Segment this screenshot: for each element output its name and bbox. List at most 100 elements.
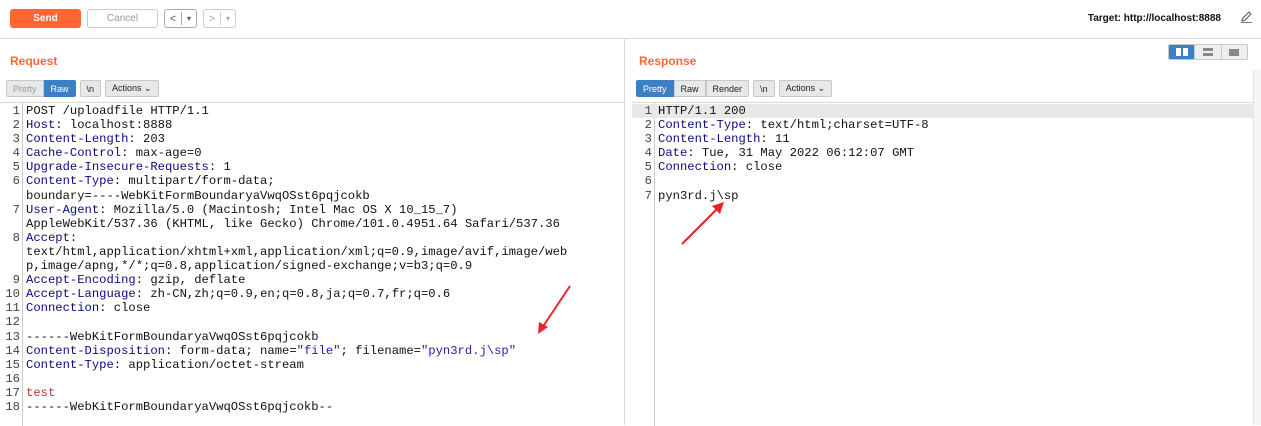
line-text: Content-Length: 203 [26, 132, 165, 146]
line-number: 2 [644, 118, 652, 133]
code-line[interactable]: 2 Host: localhost:8888 [0, 118, 624, 132]
forward-dropdown-icon[interactable]: ▾ [221, 14, 235, 23]
header-value: boundary=----WebKitFormBoundaryaVwqOSst6… [26, 188, 370, 203]
code-line[interactable]: 5 Connection: close [632, 160, 1253, 174]
header-colon: : [687, 146, 695, 161]
header-value: max-age=0 [128, 146, 202, 161]
header-value: POST /uploadfile HTTP/1.1 [26, 104, 209, 118]
line-number [0, 245, 26, 259]
line-number: 3 [12, 132, 20, 147]
response-tab-pretty[interactable]: Pretty [636, 80, 674, 97]
line-text: ------WebKitFormBoundaryaVwqOSst6pqjcokb… [26, 400, 333, 414]
code-line[interactable]: 8 Accept: [0, 231, 624, 245]
string-value: "pyn3rd.j\sp" [420, 343, 517, 358]
code-line[interactable]: 7 User-Agent: Mozilla/5.0 (Macintosh; Int… [0, 203, 624, 217]
response-editor[interactable]: 1 HTTP/1.1 200 2 Content-Type: text/html;ch… [632, 102, 1253, 426]
back-dropdown-icon[interactable]: ▾ [182, 14, 196, 23]
line-text: Upgrade-Insecure-Requests: 1 [26, 160, 231, 174]
line-text: ------WebKitFormBoundaryaVwqOSst6pqjcokb [26, 330, 319, 344]
line-text: Accept: [26, 231, 77, 245]
body-content: test [26, 385, 56, 400]
line-number: 4 [644, 146, 652, 161]
header-name: Content-Type [658, 118, 746, 133]
code-line[interactable]: 2 Content-Type: text/html;charset=UTF-8 [632, 118, 1253, 132]
header-name: Connection [658, 160, 732, 175]
code-line[interactable]: 1 POST /uploadfile HTTP/1.1 [0, 104, 624, 118]
back-button[interactable]: < [165, 13, 181, 25]
line-number: 11 [5, 301, 20, 316]
request-tabs: Pretty Raw \n Actions ⌄ [6, 80, 159, 97]
code-line[interactable]: 15 Content-Type: application/octet-stream [0, 358, 624, 372]
header-name: Content-Type [26, 174, 114, 189]
header-name: Host [26, 118, 56, 133]
code-line[interactable]: text/html,application/xhtml+xml,applicat… [0, 245, 624, 259]
line-number: 7 [644, 188, 652, 203]
pane-divider[interactable] [624, 38, 625, 425]
string-value: "file" [296, 343, 341, 358]
code-line[interactable]: AppleWebKit/537.36 (KHTML, like Gecko) C… [0, 217, 624, 231]
line-number: 1 [12, 104, 20, 118]
line-number: 6 [644, 174, 652, 189]
response-tab-raw[interactable]: Raw [673, 80, 706, 97]
forward-nav-group[interactable]: > ▾ [203, 9, 236, 28]
code-line[interactable]: 14 Content-Disposition: form-data; name="… [0, 344, 624, 358]
response-scrollbar[interactable] [1253, 70, 1261, 425]
request-editor[interactable]: 1 POST /uploadfile HTTP/1.1 2 Host: localho… [0, 102, 624, 426]
annotation-arrow-request [538, 285, 571, 334]
line-text: User-Agent: Mozilla/5.0 (Macintosh; Inte… [26, 203, 458, 217]
header-value: 203 [135, 132, 165, 147]
header-colon: : [760, 132, 768, 147]
request-code[interactable]: 1 POST /uploadfile HTTP/1.1 2 Host: localho… [0, 104, 624, 414]
code-line[interactable]: 3 Content-Length: 11 [632, 132, 1253, 146]
code-line[interactable]: p,image/apng,*/*;q=0.8,application/signe… [0, 259, 624, 273]
code-line[interactable]: 5 Upgrade-Insecure-Requests: 1 [0, 160, 624, 174]
layout-toggle[interactable] [1168, 44, 1248, 60]
line-number: 10 [5, 287, 20, 302]
line-text: Cache-Control: max-age=0 [26, 146, 202, 160]
request-actions-menu[interactable]: Actions ⌄ [105, 80, 159, 97]
forward-button[interactable]: > [204, 13, 220, 25]
header-value: AppleWebKit/537.36 (KHTML, like Gecko) C… [26, 216, 560, 231]
back-nav-group[interactable]: < ▾ [164, 9, 197, 28]
code-line[interactable]: boundary=----WebKitFormBoundaryaVwqOSst6… [0, 189, 624, 203]
send-button[interactable]: Send [10, 9, 81, 28]
request-tab-raw[interactable]: Raw [43, 80, 76, 97]
line-number: 14 [5, 343, 20, 358]
layout-side-by-side-icon[interactable] [1169, 45, 1195, 59]
code-line[interactable]: 6 Content-Type: multipart/form-data; [0, 174, 624, 188]
cancel-button[interactable]: Cancel [87, 9, 158, 28]
edit-target-icon[interactable] [1240, 10, 1253, 26]
line-number [0, 189, 26, 203]
line-number: 12 [5, 315, 20, 330]
request-tab-pretty[interactable]: Pretty [6, 80, 44, 97]
response-actions-menu[interactable]: Actions ⌄ [778, 80, 833, 97]
line-number [0, 259, 26, 273]
code-line[interactable]: 3 Content-Length: 203 [0, 132, 624, 146]
layout-tabs-icon[interactable] [1220, 45, 1247, 59]
code-line[interactable]: 4 Date: Tue, 31 May 2022 06:12:07 GMT [632, 146, 1253, 160]
header-colon: : [128, 132, 136, 147]
code-line[interactable]: 17 test [0, 386, 624, 400]
layout-stacked-icon[interactable] [1194, 45, 1221, 59]
line-text: Accept-Encoding: gzip, deflate [26, 273, 245, 287]
header-colon: : [745, 118, 754, 133]
header-value: text/html,application/xhtml+xml,applicat… [26, 244, 568, 259]
line-number [0, 217, 26, 231]
line-text: Content-Length: 11 [658, 132, 790, 146]
line-text: text/html,application/xhtml+xml,applicat… [26, 245, 567, 259]
response-newline-toggle[interactable]: \n [753, 80, 775, 97]
header-value: HTTP/1.1 200 [658, 104, 746, 118]
line-text: test [26, 386, 55, 400]
code-line[interactable]: 6 [632, 174, 1253, 188]
request-newline-toggle[interactable]: \n [79, 80, 102, 97]
code-line[interactable]: 4 Cache-Control: max-age=0 [0, 146, 624, 160]
line-text: Content-Disposition: form-data; name="fi… [26, 344, 516, 358]
line-text: Host: localhost:8888 [26, 118, 172, 132]
header-name: Cache-Control [26, 146, 122, 161]
code-line[interactable]: 16 [0, 372, 624, 386]
code-line[interactable]: 1 HTTP/1.1 200 [632, 104, 1253, 119]
code-line[interactable]: 18 ------WebKitFormBoundaryaVwqOSst6pqjco… [0, 400, 624, 414]
response-code[interactable]: 1 HTTP/1.1 200 2 Content-Type: text/html;ch… [632, 104, 1253, 203]
line-number: 5 [644, 160, 652, 175]
response-tab-render[interactable]: Render [705, 80, 750, 97]
